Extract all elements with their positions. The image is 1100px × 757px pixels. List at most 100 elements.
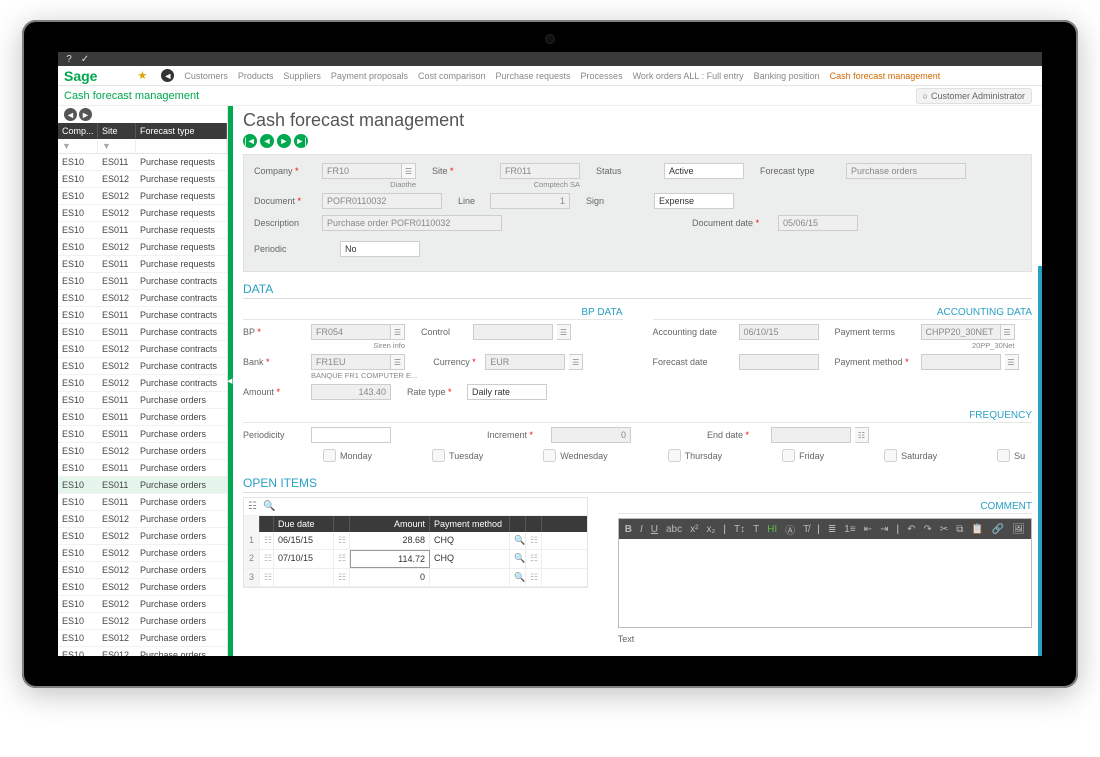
super-icon[interactable]: x² bbox=[690, 524, 698, 535]
weekday-checkbox[interactable]: Saturday bbox=[884, 449, 937, 462]
navigator-row[interactable]: ES10ES012Purchase contracts bbox=[58, 375, 227, 392]
next-record-icon[interactable]: ► bbox=[277, 134, 291, 148]
rich-text-editor[interactable]: B I U abc x² x₂ | T↕ T HI Ⓐ bbox=[618, 518, 1032, 628]
last-record-icon[interactable]: ►| bbox=[294, 134, 308, 148]
navigator-row[interactable]: ES10ES011Purchase contracts bbox=[58, 307, 227, 324]
navigator-row[interactable]: ES10ES011Purchase contracts bbox=[58, 273, 227, 290]
navigator-row[interactable]: ES10ES012Purchase contracts bbox=[58, 341, 227, 358]
sub-icon[interactable]: x₂ bbox=[706, 524, 715, 535]
highlight-icon[interactable]: HI bbox=[767, 524, 777, 535]
navigator-row[interactable]: ES10ES011Purchase requests bbox=[58, 256, 227, 273]
navigator-row[interactable]: ES10ES011Purchase requests bbox=[58, 154, 227, 171]
strike-icon[interactable]: abc bbox=[666, 524, 682, 535]
check-icon[interactable]: ✓ bbox=[80, 54, 90, 64]
navigator-row[interactable]: ES10ES011Purchase requests bbox=[58, 222, 227, 239]
navigator-row[interactable]: ES10ES012Purchase requests bbox=[58, 239, 227, 256]
weekday-checkbox[interactable]: Su bbox=[997, 449, 1025, 462]
navigator-row[interactable]: ES10ES012Purchase orders bbox=[58, 630, 227, 647]
menu-item[interactable]: Purchase requests bbox=[496, 71, 571, 81]
navigator-row[interactable]: ES10ES011Purchase orders bbox=[58, 392, 227, 409]
lookup-icon[interactable]: ☰ bbox=[391, 354, 405, 370]
company-input[interactable] bbox=[322, 163, 402, 179]
first-record-icon[interactable]: |◄ bbox=[243, 134, 257, 148]
navigator-row[interactable]: ES10ES012Purchase orders bbox=[58, 596, 227, 613]
rate-type-input[interactable] bbox=[467, 384, 547, 400]
navigator-row[interactable]: ES10ES012Purchase requests bbox=[58, 205, 227, 222]
paste-icon[interactable]: 📋 bbox=[971, 524, 983, 535]
nav-next-icon[interactable]: ► bbox=[79, 108, 92, 121]
navigator-row[interactable]: ES10ES012Purchase requests bbox=[58, 188, 227, 205]
site-input[interactable] bbox=[500, 163, 580, 179]
filter-icon[interactable]: ▼ bbox=[98, 139, 136, 153]
navigator-row[interactable]: ES10ES011Purchase orders bbox=[58, 477, 227, 494]
navigator-row[interactable]: ES10ES011Purchase orders bbox=[58, 460, 227, 477]
lookup-icon[interactable]: ☰ bbox=[557, 324, 571, 340]
weekday-checkbox[interactable]: Wednesday bbox=[543, 449, 607, 462]
menu-item[interactable]: Cash forecast management bbox=[830, 71, 941, 81]
nav-prev-icon[interactable]: ◄ bbox=[64, 108, 77, 121]
filter-icon[interactable]: ▼ bbox=[58, 139, 98, 153]
size-icon[interactable]: T bbox=[753, 524, 759, 535]
menu-item[interactable]: Work orders ALL : Full entry bbox=[633, 71, 744, 81]
navigator-row[interactable]: ES10ES012Purchase orders bbox=[58, 647, 227, 656]
lookup-icon[interactable]: ☰ bbox=[1005, 354, 1019, 370]
nav-back-icon[interactable]: ◄ bbox=[161, 69, 174, 82]
navigator-row[interactable]: ES10ES012Purchase contracts bbox=[58, 290, 227, 307]
lookup-icon[interactable]: ☰ bbox=[402, 163, 416, 179]
outdent-icon[interactable]: ⇤ bbox=[864, 524, 872, 535]
menu-item[interactable]: Customers bbox=[184, 71, 228, 81]
grid-settings-icon[interactable]: ☷ bbox=[248, 501, 257, 512]
navigator-row[interactable]: ES10ES012Purchase orders bbox=[58, 579, 227, 596]
navigator-row[interactable]: ES10ES012Purchase orders bbox=[58, 562, 227, 579]
menu-item[interactable]: Banking position bbox=[754, 71, 820, 81]
navigator-row[interactable]: ES10ES011Purchase contracts bbox=[58, 324, 227, 341]
navigator-row[interactable]: ES10ES012Purchase orders bbox=[58, 613, 227, 630]
clear-icon[interactable]: T̸ bbox=[803, 524, 809, 535]
navigator-row[interactable]: ES10ES011Purchase orders bbox=[58, 426, 227, 443]
status-input[interactable] bbox=[664, 163, 744, 179]
weekday-checkbox[interactable]: Tuesday bbox=[432, 449, 483, 462]
open-item-row[interactable]: 1☷06/15/15☷28.68CHQ🔍☷ bbox=[244, 532, 587, 550]
navigator-row[interactable]: ES10ES012Purchase contracts bbox=[58, 358, 227, 375]
weekday-checkbox[interactable]: Friday bbox=[782, 449, 824, 462]
navigator-row[interactable]: ES10ES011Purchase orders bbox=[58, 409, 227, 426]
navigator-row[interactable]: ES10ES012Purchase orders bbox=[58, 545, 227, 562]
calendar-icon[interactable]: ☷ bbox=[855, 427, 869, 443]
right-collapse-handle[interactable] bbox=[1038, 266, 1042, 656]
open-item-row[interactable]: 2☷07/10/15☷114.72CHQ🔍☷ bbox=[244, 550, 587, 569]
navigator-row[interactable]: ES10ES012Purchase requests bbox=[58, 171, 227, 188]
periodicity-input[interactable] bbox=[311, 427, 391, 443]
navigator-row[interactable]: ES10ES012Purchase orders bbox=[58, 528, 227, 545]
weekday-checkbox[interactable]: Monday bbox=[323, 449, 372, 462]
copy-icon[interactable]: ⧉ bbox=[956, 524, 963, 535]
lookup-icon[interactable]: ☰ bbox=[569, 354, 583, 370]
list-icon[interactable]: ≣ bbox=[828, 524, 836, 535]
link-icon[interactable]: 🔗 bbox=[992, 524, 1004, 535]
prev-record-icon[interactable]: ◄ bbox=[260, 134, 274, 148]
font-icon[interactable]: T↕ bbox=[734, 524, 745, 535]
weekday-checkbox[interactable]: Thursday bbox=[668, 449, 723, 462]
favorite-icon[interactable]: ★ bbox=[137, 69, 147, 82]
bold-icon[interactable]: B bbox=[625, 524, 632, 535]
bank-input[interactable] bbox=[311, 354, 391, 370]
menu-item[interactable]: Suppliers bbox=[283, 71, 321, 81]
menu-item[interactable]: Cost comparison bbox=[418, 71, 486, 81]
user-badge[interactable]: Customer Administrator bbox=[916, 88, 1032, 104]
indent-icon[interactable]: ⇥ bbox=[880, 524, 888, 535]
menu-item[interactable]: Processes bbox=[581, 71, 623, 81]
bp-input[interactable] bbox=[311, 324, 391, 340]
redo-icon[interactable]: ↷ bbox=[923, 524, 931, 535]
open-item-row[interactable]: 3☷☷0🔍☷ bbox=[244, 569, 587, 587]
search-icon[interactable]: 🔍 bbox=[263, 501, 275, 512]
navigator-body[interactable]: ES10ES011Purchase requestsES10ES012Purch… bbox=[58, 154, 227, 656]
italic-icon[interactable]: I bbox=[640, 524, 643, 535]
lookup-icon[interactable]: ☰ bbox=[1001, 324, 1015, 340]
help-icon[interactable]: ? bbox=[64, 54, 74, 64]
numlist-icon[interactable]: 1≡ bbox=[844, 524, 855, 535]
navigator-row[interactable]: ES10ES012Purchase orders bbox=[58, 511, 227, 528]
undo-icon[interactable]: ↶ bbox=[907, 524, 915, 535]
menu-item[interactable]: Products bbox=[238, 71, 274, 81]
image-icon[interactable]: 🖼 bbox=[1012, 524, 1025, 535]
underline-icon[interactable]: U bbox=[651, 524, 658, 535]
navigator-row[interactable]: ES10ES011Purchase orders bbox=[58, 494, 227, 511]
